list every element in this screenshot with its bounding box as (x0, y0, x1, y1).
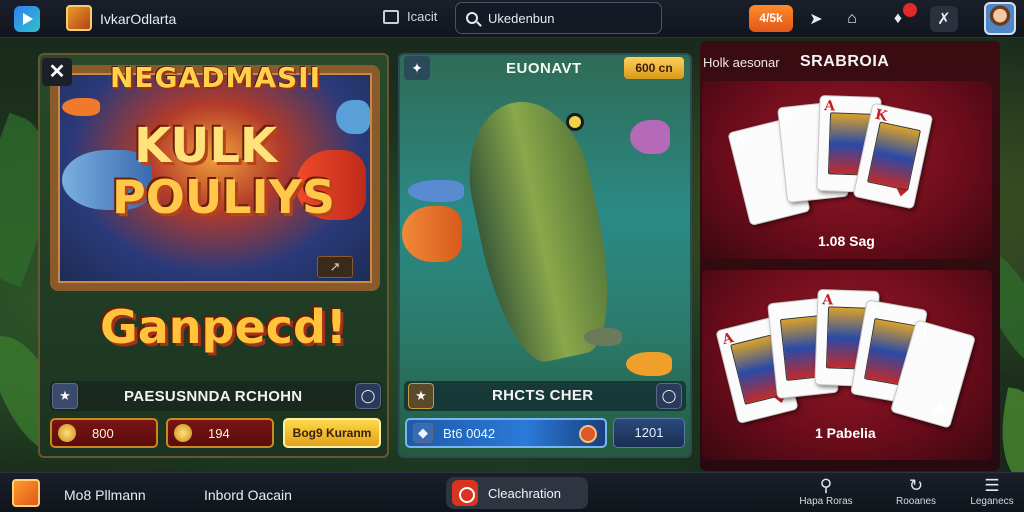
record-icon[interactable] (579, 425, 597, 443)
fish-icon: ◆ (413, 423, 433, 443)
game-title: EUONAVT (506, 60, 582, 77)
search-text: Ukedenbun (488, 10, 555, 26)
fish-graphic (408, 180, 464, 202)
price-badge: 600 cn (624, 57, 684, 79)
home-icon[interactable]: ⌂ (838, 6, 866, 32)
close-icon[interactable]: ✕ (42, 58, 72, 86)
game-info-row: ★ PAESUSNNDA RCHOHN (50, 381, 382, 411)
coin-icon (174, 424, 192, 442)
fish-graphic (336, 100, 370, 134)
nav-link[interactable]: Icacit (383, 9, 437, 24)
fish-graphic (584, 328, 622, 346)
stat-button-score[interactable]: ◆ Bt6 0042 (405, 418, 607, 448)
app-title: IvkarOdlarta (100, 11, 177, 27)
game-info-label: PAESUSNNDA RCHOHN (124, 387, 303, 405)
coin-balance-button[interactable]: 4/5k (749, 5, 793, 32)
bottom-nav-item[interactable]: Inbord Oacain (204, 487, 292, 503)
search-input[interactable]: Ukedenbun (455, 2, 662, 34)
stat-value: 800 (92, 425, 114, 441)
trophy-icon: ★ (52, 383, 78, 409)
menu-icon: ☰ (984, 476, 1000, 495)
search-icon: ⚲ (819, 476, 833, 495)
fishing-rod-icon[interactable]: ✦ (404, 56, 430, 80)
bottom-nav-label: Leganecs (970, 496, 1014, 507)
trophy-icon: ★ (408, 383, 434, 409)
celebration-icon (452, 480, 478, 506)
stat-value: 194 (208, 425, 230, 441)
celebration-label: Cleachration (488, 485, 561, 501)
stat-button-gems[interactable]: 194 (166, 418, 274, 448)
app-logo-icon[interactable] (14, 6, 40, 32)
nav-link-label: Icacit (407, 9, 438, 24)
info-icon[interactable]: ◯ (355, 383, 381, 409)
app-logo-icon[interactable] (12, 479, 40, 507)
tools-icon[interactable]: ✗ (930, 6, 958, 32)
panel-title: SRABROIA (800, 53, 890, 70)
game-info-row: ★ RHCTS CHER (404, 381, 686, 411)
bottom-nav-label: Rooanes (895, 496, 937, 507)
bottom-nav-menu[interactable]: ☰ Leganecs (962, 476, 1022, 507)
info-icon[interactable]: ◯ (656, 383, 682, 409)
stat-value: Bt6 0042 (443, 425, 496, 441)
stat-button-count[interactable]: 1201 (613, 418, 685, 448)
notification-badge (903, 3, 917, 17)
fish-graphic (626, 352, 672, 376)
fish-graphic (402, 206, 462, 262)
share-icon[interactable]: ↗ (317, 256, 353, 278)
card-game-caption: 1.08 Sag (818, 233, 875, 249)
celebration-button[interactable]: Cleachration (446, 477, 588, 509)
game-title-line1: KULK (134, 118, 278, 174)
stat-button-coins[interactable]: 800 (50, 418, 158, 448)
panel-label: Holk aesonar (703, 55, 780, 70)
bottom-nav-search[interactable]: ⚲ Hapa Roras (796, 476, 856, 507)
game-info-label: RHCTS CHER (492, 387, 594, 404)
play-button[interactable]: Bog9 Kuranm (283, 418, 381, 448)
search-icon (466, 12, 478, 24)
bottom-nav-refresh[interactable]: ↻ Rooanes (886, 476, 946, 507)
coin-icon (58, 424, 76, 442)
game-title-line2: POULIYS (112, 170, 336, 224)
rocket-icon[interactable]: ➤ (802, 6, 830, 32)
game-thumbnail-icon[interactable] (66, 5, 92, 31)
refresh-icon: ↻ (908, 476, 924, 495)
promo-banner-text: Ganpecd! (100, 300, 347, 354)
monitor-icon (383, 9, 399, 24)
bottom-nav-item[interactable]: Mo8 Pllmann (64, 487, 146, 503)
fish-eye-graphic (566, 113, 584, 131)
card-game-caption: 1 Pabelia (815, 425, 876, 441)
fish-graphic (62, 98, 100, 116)
avatar[interactable] (984, 2, 1016, 35)
fish-graphic (630, 120, 670, 154)
game-brand: NEGADMASII (110, 61, 321, 94)
bottom-nav-label: Hapa Roras (799, 496, 853, 507)
